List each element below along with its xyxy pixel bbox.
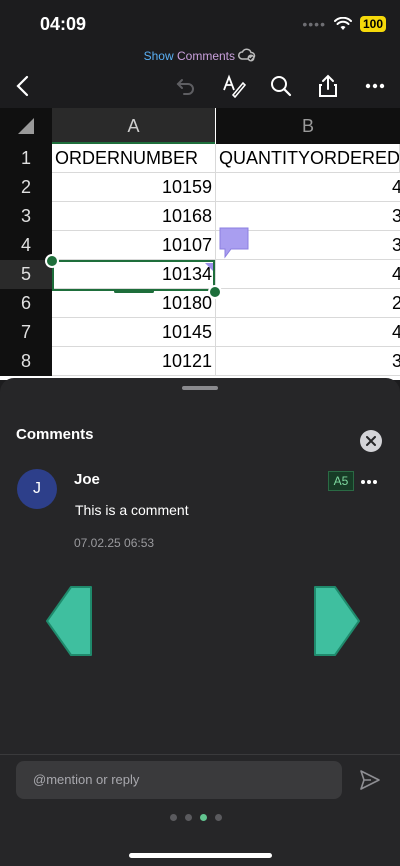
page-indicator	[170, 814, 222, 821]
home-indicator[interactable]	[129, 853, 272, 858]
cell-b6[interactable]: 2	[216, 289, 400, 318]
undo-icon[interactable]	[170, 70, 202, 102]
comment-author: Joe	[74, 471, 100, 488]
comment-more-button[interactable]	[360, 472, 378, 490]
row-header-6[interactable]: 6	[0, 289, 52, 318]
cell-a6[interactable]: 10180	[52, 289, 216, 318]
close-icon	[366, 436, 376, 446]
select-all-corner[interactable]	[0, 108, 52, 144]
page-dot[interactable]	[215, 814, 222, 821]
cell-a4[interactable]: 10107	[52, 231, 216, 260]
cell-a2[interactable]: 10159	[52, 173, 216, 202]
selection-handle-top-left[interactable]	[45, 254, 59, 268]
selection-grip-bar[interactable]	[114, 290, 154, 293]
cell-b7[interactable]: 4	[216, 318, 400, 347]
toolbar	[0, 70, 400, 106]
more-icon[interactable]	[359, 70, 391, 102]
spreadsheet-grid[interactable]: A B 1 2 3 4 5 6 7 8 ORDERNUMBER QUANTITY…	[0, 108, 400, 380]
more-icon	[361, 480, 377, 484]
avatar[interactable]: J	[17, 469, 57, 509]
page-dot[interactable]	[170, 814, 177, 821]
cell-b2[interactable]: 4	[216, 173, 400, 202]
share-icon[interactable]	[312, 70, 344, 102]
column-a-active-underline	[52, 142, 215, 144]
cell-a7[interactable]: 10145	[52, 318, 216, 347]
search-icon[interactable]	[265, 70, 297, 102]
cell-b5[interactable]: 4	[216, 260, 400, 289]
comment-bubble-icon[interactable]	[217, 225, 251, 259]
text-format-icon[interactable]	[218, 70, 250, 102]
row-header-8[interactable]: 8	[0, 347, 52, 376]
reply-input[interactable]: @mention or reply	[16, 761, 342, 799]
status-bar: 04:09 •••• 100	[0, 0, 400, 48]
row-header-3[interactable]: 3	[0, 202, 52, 231]
page-dot[interactable]	[185, 814, 192, 821]
title-comments: Comments	[177, 49, 236, 63]
cell-selection[interactable]	[52, 260, 215, 291]
selection-handle-bottom-right[interactable]	[208, 285, 222, 299]
comment-timestamp: 07.02.25 06:53	[74, 536, 155, 550]
cell-b1[interactable]: QUANTITYORDERED	[216, 144, 400, 173]
panel-title: Comments	[16, 426, 94, 443]
column-header-a[interactable]: A	[52, 108, 215, 144]
send-icon[interactable]	[358, 768, 382, 792]
cell-b8[interactable]: 3	[216, 347, 400, 376]
document-title-row[interactable]: Show Comments	[0, 48, 400, 70]
row-header-2[interactable]: 2	[0, 173, 52, 202]
back-arrow-icon[interactable]	[6, 70, 38, 102]
column-header-b[interactable]: B	[216, 108, 400, 144]
battery-indicator: 100	[359, 16, 386, 32]
cellular-signal-icon: ••••	[302, 16, 326, 32]
cell-reference-badge[interactable]: A5	[328, 471, 354, 491]
comment-body: This is a comment	[75, 502, 189, 518]
previous-comment-arrow-icon[interactable]	[44, 584, 94, 658]
row-header-7[interactable]: 7	[0, 318, 52, 347]
status-time: 04:09	[40, 14, 87, 34]
cell-a1[interactable]: ORDERNUMBER	[52, 144, 216, 173]
cloud-sync-icon	[238, 48, 256, 62]
cell-a8[interactable]: 10121	[52, 347, 216, 376]
comments-panel: Comments J Joe A5 This is a comment 07.0…	[0, 378, 400, 866]
row-header-1[interactable]: 1	[0, 144, 52, 173]
close-button[interactable]	[360, 430, 382, 452]
next-comment-arrow-icon[interactable]	[312, 584, 362, 658]
row-header-4[interactable]: 4	[0, 231, 52, 260]
cell-a3[interactable]: 10168	[52, 202, 216, 231]
divider	[0, 754, 400, 755]
page-dot-active[interactable]	[200, 814, 207, 821]
panel-drag-handle[interactable]	[182, 386, 218, 390]
row-header-5[interactable]: 5	[0, 260, 52, 289]
title-show: Show	[143, 49, 174, 63]
wifi-icon	[333, 17, 352, 30]
